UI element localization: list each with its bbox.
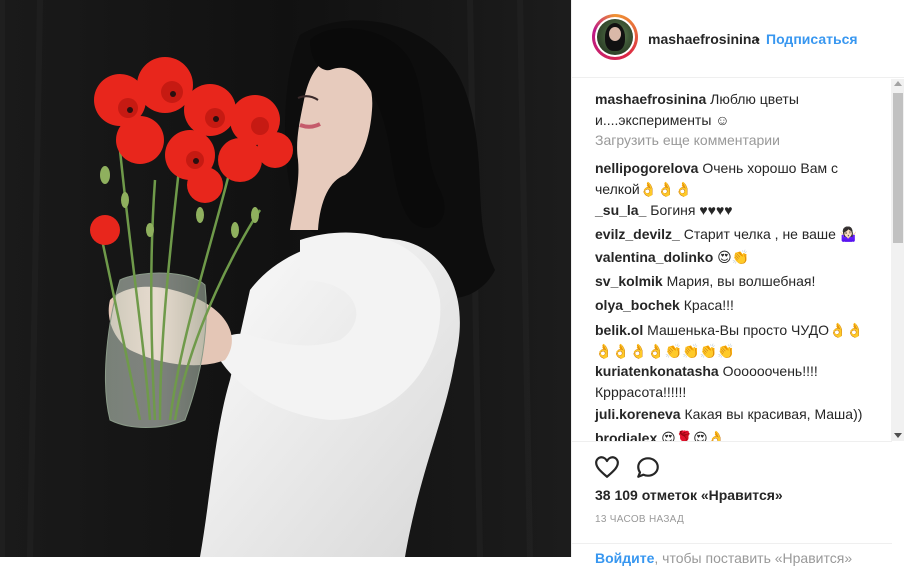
arrow-up-icon[interactable] (894, 81, 902, 86)
comment-item: kuriatenkonatasha Оооооочень!!!! Крррасо… (595, 361, 880, 403)
heart-icon (595, 456, 619, 478)
comment-item: nellipogorelova Очень хорошо Вам с челко… (595, 158, 880, 200)
avatar-image (597, 19, 633, 55)
scrollbar-thumb[interactable] (893, 93, 903, 243)
comment-text: Какая вы красивая, Маша)) (684, 406, 863, 422)
post-actions: 38 109 отметок «Нравится» 13 часов назад… (572, 441, 892, 566)
comment-item: evilz_devilz_ Старит челка , не ваше 🤷🏻‍… (595, 224, 880, 245)
photo-illustration (0, 0, 571, 557)
post-photo[interactable] (0, 0, 571, 557)
comment-item: olya_bochek Краса!!! (595, 295, 880, 316)
login-suffix: , чтобы поставить «Нравится» (654, 550, 853, 566)
likes-count[interactable]: 38 109 отметок «Нравится» (595, 487, 783, 503)
comment-item: _su_la_ Богиня ♥♥♥♥ (595, 200, 880, 221)
load-more-comments[interactable]: Загрузить еще комментарии (595, 132, 780, 148)
comments-list[interactable]: mashaefrosinina Люблю цветы и....экспери… (572, 79, 892, 441)
comment-username[interactable]: olya_bochek (595, 297, 680, 313)
like-button[interactable] (594, 454, 620, 480)
avatar[interactable] (592, 14, 638, 60)
comment-text: Мария, вы волшебная! (666, 273, 816, 289)
comments-scrollbar[interactable] (891, 79, 904, 441)
comment-text: 😍🌹😍👌 (661, 430, 726, 441)
post-header: mashaefrosinina • Подписаться (572, 0, 904, 78)
comment-text: 😍👏 (717, 249, 750, 265)
comment-icon (637, 457, 659, 478)
avatar-face (609, 27, 621, 41)
comment-username[interactable]: _su_la_ (595, 202, 646, 218)
login-text: Войдите, чтобы поставить «Нравится» (595, 550, 852, 566)
comment-username[interactable]: sv_kolmik (595, 273, 663, 289)
comment-username[interactable]: valentina_dolinko (595, 249, 713, 265)
comment-username[interactable]: juli.koreneva (595, 406, 681, 422)
avatar-frame (595, 17, 635, 57)
post-sidebar: mashaefrosinina • Подписаться mashaefros… (571, 0, 904, 566)
arrow-down-icon[interactable] (894, 433, 902, 438)
post-timestamp[interactable]: 13 часов назад (595, 514, 684, 525)
comment-item: sv_kolmik Мария, вы волшебная! (595, 271, 880, 292)
post-username[interactable]: mashaefrosinina (648, 31, 759, 47)
separator-dot: • (755, 31, 760, 47)
comment-item: juli.koreneva Какая вы красивая, Маша)) (595, 404, 880, 425)
comment-item: brodialex 😍🌹😍👌 (595, 428, 880, 441)
comment-item: valentina_dolinko 😍👏 (595, 247, 880, 268)
caption-username[interactable]: mashaefrosinina (595, 91, 706, 107)
comment-username[interactable]: evilz_devilz_ (595, 226, 680, 242)
comment-username[interactable]: nellipogorelova (595, 160, 698, 176)
comment-username[interactable]: brodialex (595, 430, 657, 441)
comment-username[interactable]: belik.ol (595, 322, 643, 338)
comment-button[interactable] (635, 454, 661, 480)
login-link[interactable]: Войдите (595, 550, 654, 566)
login-prompt: Войдите, чтобы поставить «Нравится» (572, 543, 892, 566)
comment-username[interactable]: kuriatenkonatasha (595, 363, 719, 379)
comment-text: Богиня ♥♥♥♥ (650, 202, 733, 218)
follow-button[interactable]: Подписаться (766, 31, 858, 47)
comment-text: Старит челка , не ваше 🤷🏻‍♀️ (683, 226, 858, 242)
caption: mashaefrosinina Люблю цветы и....экспери… (595, 89, 880, 131)
comment-text: Краса!!! (683, 297, 734, 313)
comment-item: belik.ol Машенька-Вы просто ЧУДО👌👌👌👌👌👌👏👏… (595, 320, 880, 362)
